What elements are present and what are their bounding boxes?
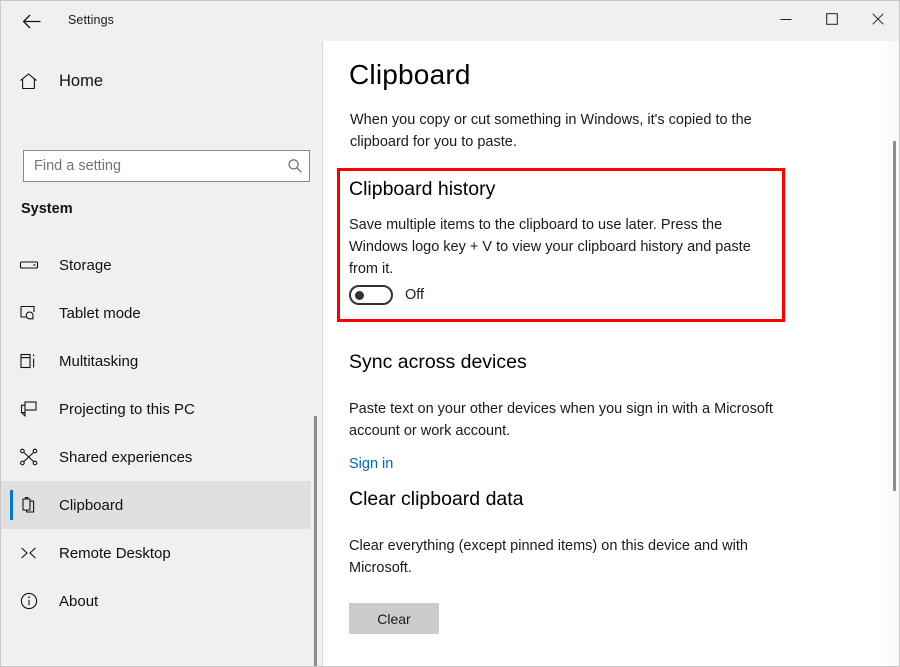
section-clipboard-history: Clipboard history Save multiple items to… [337, 168, 785, 322]
sidebar-item-label: Shared experiences [59, 449, 192, 466]
about-info-icon [19, 591, 47, 611]
search-box[interactable] [23, 150, 310, 182]
title-bar: Settings [1, 1, 900, 41]
minimize-button[interactable] [763, 1, 809, 41]
shared-experiences-icon [19, 447, 47, 467]
sidebar-category-title: System [21, 201, 73, 217]
projecting-icon [19, 399, 47, 419]
search-input[interactable] [24, 151, 281, 181]
sidebar-item-label: Storage [59, 257, 112, 274]
maximize-icon [826, 12, 838, 30]
page-title: Clipboard [349, 59, 471, 91]
sidebar-item-tablet-mode[interactable]: Tablet mode [1, 289, 311, 337]
section-description: Save multiple items to the clipboard to … [349, 214, 774, 280]
section-title: Clear clipboard data [349, 488, 819, 511]
tablet-mode-icon [19, 303, 47, 323]
home-icon [19, 72, 47, 91]
back-button[interactable] [15, 6, 47, 36]
multitasking-icon [19, 351, 47, 371]
section-description: Paste text on your other devices when yo… [349, 398, 794, 442]
sidebar-item-label: Multitasking [59, 353, 138, 370]
sidebar-item-label: Tablet mode [59, 305, 141, 322]
sidebar-item-label: About [59, 593, 98, 610]
section-clear-clipboard-data: Clear clipboard data Clear everything (e… [349, 488, 819, 634]
sidebar-item-storage[interactable]: Storage [1, 241, 311, 289]
clear-button[interactable]: Clear [349, 603, 439, 634]
home-label: Home [59, 72, 103, 91]
clipboard-history-toggle[interactable] [349, 285, 393, 305]
section-title: Clipboard history [349, 178, 495, 201]
main-content: Clipboard When you copy or cut something… [324, 41, 900, 667]
toggle-knob [355, 291, 364, 300]
sidebar-scrollbar-thumb[interactable] [314, 416, 317, 667]
page-description: When you copy or cut something in Window… [350, 109, 790, 153]
settings-window: Settings [0, 0, 900, 667]
section-description: Clear everything (except pinned items) o… [349, 535, 779, 579]
sidebar-item-clipboard[interactable]: Clipboard [1, 481, 311, 529]
main-scrollbar-thumb[interactable] [893, 141, 896, 491]
sidebar: Home System Storage [1, 41, 323, 667]
sidebar-nav-list: Storage Tablet mode [1, 241, 311, 625]
minimize-icon [780, 12, 792, 30]
sidebar-item-home[interactable]: Home [1, 61, 311, 101]
sidebar-item-shared-experiences[interactable]: Shared experiences [1, 433, 311, 481]
window-controls [763, 1, 900, 41]
back-arrow-icon [22, 14, 41, 29]
clipboard-icon [19, 495, 47, 515]
close-button[interactable] [855, 1, 900, 41]
maximize-button[interactable] [809, 1, 855, 41]
sidebar-item-about[interactable]: About [1, 577, 311, 625]
app-title: Settings [68, 13, 114, 27]
sign-in-link[interactable]: Sign in [349, 456, 393, 472]
sidebar-item-label: Projecting to this PC [59, 401, 195, 418]
search-icon[interactable] [281, 158, 309, 174]
sidebar-item-label: Remote Desktop [59, 545, 171, 562]
sidebar-item-multitasking[interactable]: Multitasking [1, 337, 311, 385]
clipboard-history-toggle-row[interactable]: Off [349, 285, 424, 305]
sidebar-item-remote-desktop[interactable]: Remote Desktop [1, 529, 311, 577]
section-title: Sync across devices [349, 351, 819, 374]
sidebar-item-label: Clipboard [59, 497, 123, 514]
remote-desktop-icon [19, 543, 47, 563]
toggle-state-label: Off [405, 287, 424, 303]
section-sync-across-devices: Sync across devices Paste text on your o… [349, 351, 819, 473]
sidebar-item-projecting-to-this-pc[interactable]: Projecting to this PC [1, 385, 311, 433]
close-icon [872, 12, 884, 30]
storage-icon [19, 255, 47, 275]
